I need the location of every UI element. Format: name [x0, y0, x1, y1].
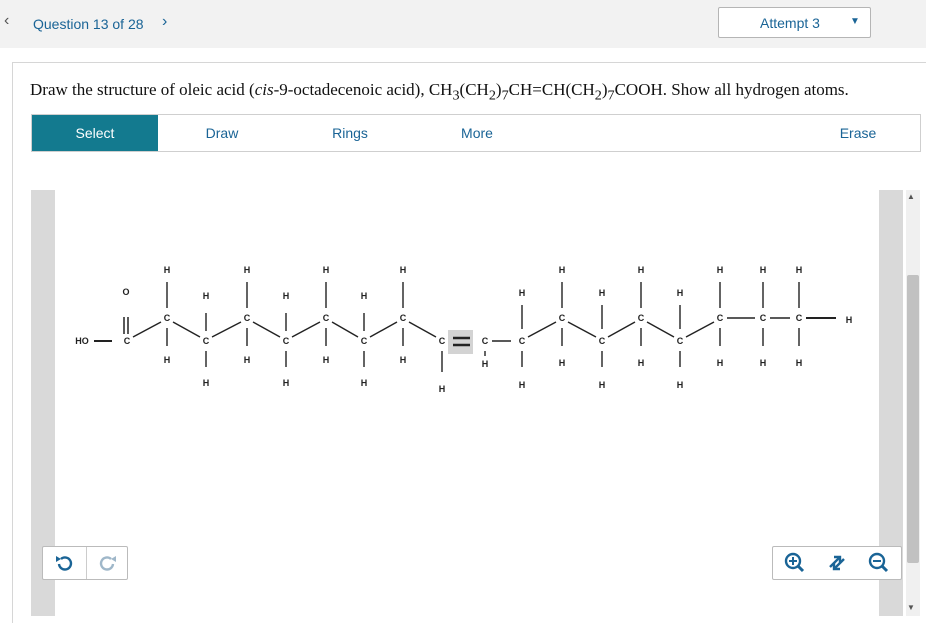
zoom-reset-button[interactable]: [817, 547, 857, 579]
hydrogen-atom[interactable]: H: [519, 380, 526, 390]
hydrogen-atom[interactable]: H: [599, 380, 606, 390]
oxygen-atom[interactable]: O: [122, 287, 129, 297]
hydrogen-atom[interactable]: H: [164, 355, 171, 365]
bond[interactable]: [646, 321, 675, 338]
hydrogen-atom[interactable]: H: [244, 355, 251, 365]
bond[interactable]: [567, 321, 597, 338]
carbon-atom[interactable]: C: [717, 313, 724, 323]
hydrogen-atom[interactable]: H: [244, 265, 251, 275]
hydrogen-atom[interactable]: H: [796, 265, 803, 275]
hydrogen-atom[interactable]: H: [203, 291, 210, 301]
bond[interactable]: [408, 321, 437, 338]
hydrogen-atom[interactable]: H: [439, 384, 446, 394]
carbon-atom[interactable]: C: [283, 336, 290, 346]
hydrogen-atom[interactable]: H: [164, 265, 171, 275]
bond[interactable]: [369, 321, 398, 338]
undo-button[interactable]: [45, 547, 85, 579]
carbon-atom[interactable]: C: [323, 313, 330, 323]
zoom-out-icon: [868, 552, 889, 573]
bond[interactable]: [331, 321, 359, 338]
carbon-atom[interactable]: C: [164, 313, 171, 323]
carbon-atom[interactable]: C: [244, 313, 251, 323]
zoom-reset-icon: [829, 555, 845, 571]
zoom-in-button[interactable]: [775, 547, 815, 579]
carbon-atom[interactable]: C: [760, 313, 767, 323]
hydrogen-atom[interactable]: H: [323, 265, 330, 275]
hydrogen-atom[interactable]: H: [599, 288, 606, 298]
zoom-out-button[interactable]: [859, 547, 899, 579]
hydrogen-atom[interactable]: H: [796, 358, 803, 368]
carbon-atom[interactable]: C: [559, 313, 566, 323]
selection-highlight: [448, 330, 473, 354]
hydrogen-atom[interactable]: H: [846, 315, 853, 325]
hydrogen-atom[interactable]: H: [323, 355, 330, 365]
carbon-atom[interactable]: C: [203, 336, 210, 346]
hydrogen-atom[interactable]: H: [361, 378, 368, 388]
hydrogen-atom[interactable]: H: [559, 265, 566, 275]
hydrogen-atom[interactable]: H: [638, 265, 645, 275]
redo-icon: [99, 556, 116, 571]
hydrogen-atom[interactable]: H: [638, 358, 645, 368]
hydrogen-atom[interactable]: H: [519, 288, 526, 298]
carbon-atom[interactable]: C: [519, 336, 526, 346]
carbon-atom[interactable]: C: [361, 336, 368, 346]
hydrogen-atom[interactable]: H: [677, 288, 684, 298]
hydrogen-atom[interactable]: H: [482, 359, 489, 369]
hydrogen-atom[interactable]: H: [283, 291, 290, 301]
carbon-atom[interactable]: C: [677, 336, 684, 346]
bond[interactable]: [172, 321, 201, 338]
hydrogen-atom[interactable]: H: [559, 358, 566, 368]
undo-icon: [56, 556, 73, 571]
bond[interactable]: [132, 321, 162, 338]
hydrogen-atom[interactable]: H: [361, 291, 368, 301]
bond[interactable]: [607, 321, 636, 338]
oleic-acid-structure[interactable]: HO C O C C C C C C C C H H H H H H H H H H H H H H H C H C C C C C C H H H H H…: [0, 0, 926, 623]
carbon-atom[interactable]: C: [796, 313, 803, 323]
carbon-atom[interactable]: C: [599, 336, 606, 346]
hydroxyl-group-label[interactable]: HO: [75, 336, 89, 346]
bond[interactable]: [211, 321, 242, 338]
carbon-atom[interactable]: C: [400, 313, 407, 323]
hydrogen-atom[interactable]: H: [677, 380, 684, 390]
hydrogen-atom[interactable]: H: [717, 358, 724, 368]
hydrogen-atom[interactable]: H: [400, 265, 407, 275]
hydrogen-atom[interactable]: H: [283, 378, 290, 388]
carbon-atom[interactable]: C: [439, 336, 446, 346]
carbon-atom[interactable]: C: [482, 336, 489, 346]
zoom-controls: [772, 546, 902, 580]
history-controls: [42, 546, 128, 580]
bond[interactable]: [252, 321, 281, 338]
bond[interactable]: [291, 321, 321, 338]
bond[interactable]: [527, 321, 557, 338]
redo-button[interactable]: [87, 547, 127, 579]
zoom-in-icon: [784, 552, 805, 573]
bond[interactable]: [685, 321, 715, 338]
carbon-atom[interactable]: C: [124, 336, 131, 346]
carbon-atom[interactable]: C: [638, 313, 645, 323]
hydrogen-atom[interactable]: H: [760, 265, 767, 275]
hydrogen-atom[interactable]: H: [760, 358, 767, 368]
hydrogen-atom[interactable]: H: [717, 265, 724, 275]
hydrogen-atom[interactable]: H: [203, 378, 210, 388]
hydrogen-atom[interactable]: H: [400, 355, 407, 365]
